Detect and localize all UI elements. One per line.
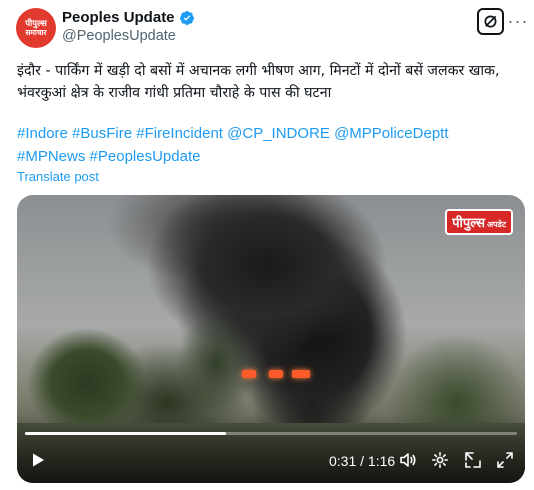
verified-badge-icon	[179, 10, 194, 25]
author-name-row[interactable]: Peoples Update	[62, 9, 195, 26]
video-controls: 0:31 / 1:16	[17, 445, 525, 475]
hashtag-block: #Indore #BusFire #FireIncident @CP_INDOR…	[17, 122, 522, 168]
display-name[interactable]: Peoples Update	[62, 9, 175, 26]
hashtag-line-2: #MPNews #PeoplesUpdate	[17, 145, 522, 168]
pip-button[interactable]	[462, 449, 484, 471]
picture-in-picture-icon	[465, 452, 481, 468]
settings-button[interactable]	[429, 449, 451, 471]
play-icon	[33, 453, 44, 467]
video-fire	[292, 370, 310, 378]
volume-button[interactable]	[397, 449, 419, 471]
fullscreen-icon	[497, 452, 513, 468]
volume-icon	[400, 453, 416, 467]
hashtag-indore[interactable]: #Indore	[17, 125, 68, 142]
hashtag-peoplesupdate[interactable]: #PeoplesUpdate	[90, 148, 201, 165]
channel-watermark: पीपुल्स अपडेट	[445, 209, 513, 235]
mention-mppolicedeptt[interactable]: @MPPoliceDeptt	[334, 125, 448, 142]
more-options-button[interactable]: ···	[507, 10, 529, 32]
video-fire	[269, 370, 283, 378]
hashtag-line-1: #Indore #BusFire #FireIncident @CP_INDOR…	[17, 122, 522, 145]
watermark-text-main: पीपुल्स	[452, 216, 486, 231]
video-player[interactable]: पीपुल्स अपडेट 0:31 / 1:16	[17, 195, 525, 483]
avatar[interactable]: पीपुल्स समाचार	[16, 8, 56, 48]
grok-icon	[484, 15, 497, 28]
tweet-text: इंदौर - पार्किंग में खड़ी दो बसों में अच…	[17, 63, 500, 101]
video-progress-bar[interactable]	[25, 432, 517, 435]
translate-post-link[interactable]: Translate post	[17, 169, 99, 184]
mention-cp-indore[interactable]: @CP_INDORE	[227, 125, 330, 142]
play-button[interactable]	[27, 449, 49, 471]
fullscreen-button[interactable]	[494, 449, 516, 471]
video-fire	[242, 370, 256, 378]
settings-icon	[432, 452, 448, 468]
avatar-text-line2: समाचार	[25, 27, 47, 37]
video-time: 0:31 / 1:16	[329, 453, 396, 469]
hashtag-mpnews[interactable]: #MPNews	[17, 148, 85, 165]
video-progress-fill	[25, 432, 226, 435]
watermark-text-sub: अपडेट	[487, 220, 506, 229]
author-handle[interactable]: @PeoplesUpdate	[62, 28, 176, 44]
hashtag-fireincident[interactable]: #FireIncident	[136, 125, 223, 142]
grok-button[interactable]	[477, 8, 504, 35]
hashtag-busfire[interactable]: #BusFire	[72, 125, 132, 142]
